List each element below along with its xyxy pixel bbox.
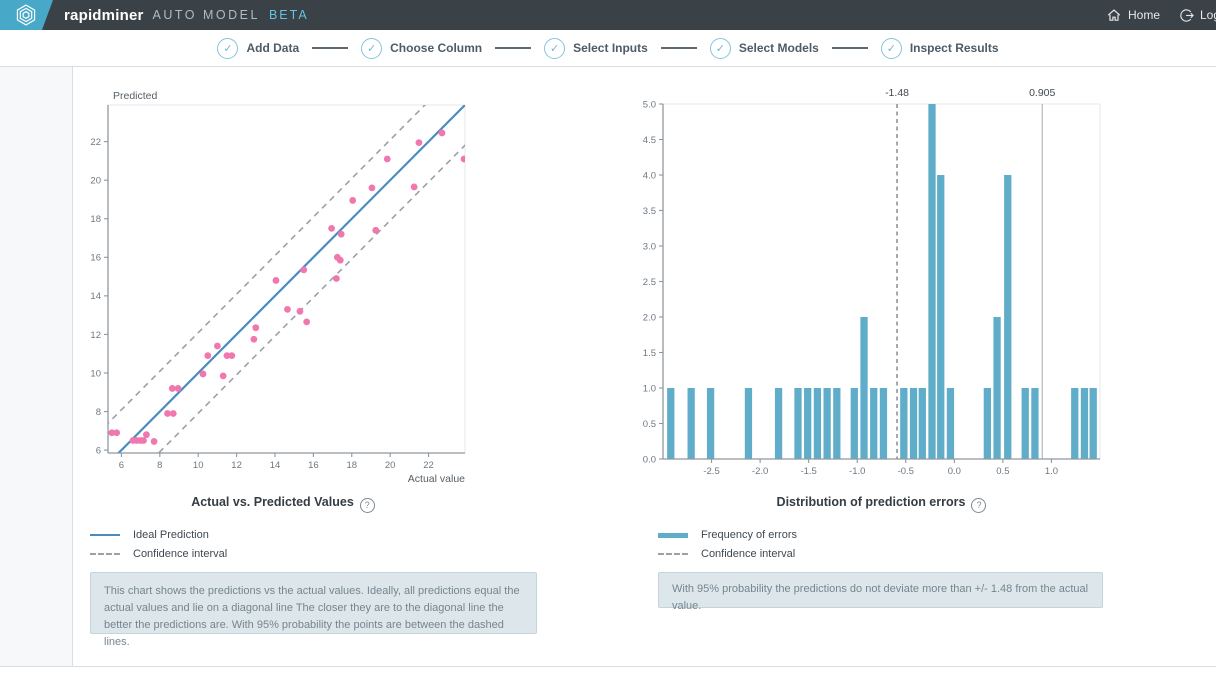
scatter-info-box: This chart shows the predictions vs the … [90, 572, 537, 634]
home-icon [1106, 7, 1122, 23]
legend-dashed-swatch [658, 553, 688, 555]
svg-text:2.5: 2.5 [643, 277, 656, 288]
svg-text:4.5: 4.5 [643, 135, 656, 146]
step-label: Inspect Results [910, 41, 999, 55]
scatter-legend: Ideal Prediction Confidence interval [90, 529, 227, 560]
svg-text:-1.5: -1.5 [800, 466, 816, 477]
legend-label: Ideal Prediction [133, 529, 209, 541]
svg-text:16: 16 [308, 460, 319, 471]
check-icon: ✓ [710, 38, 731, 59]
svg-text:0.5: 0.5 [996, 466, 1009, 477]
rapidminer-logo-icon [15, 4, 37, 26]
svg-text:18: 18 [346, 460, 357, 471]
svg-text:6: 6 [119, 460, 124, 471]
svg-text:Actual value: Actual value [408, 473, 465, 485]
svg-text:8: 8 [96, 407, 101, 418]
progress-stepper: ✓ Add Data ✓ Choose Column ✓ Select Inpu… [0, 30, 1216, 67]
svg-text:14: 14 [90, 291, 101, 302]
legend-item: Frequency of errors [658, 529, 797, 541]
svg-text:-2.5: -2.5 [703, 466, 719, 477]
svg-text:1.0: 1.0 [643, 383, 656, 394]
svg-text:14: 14 [270, 460, 281, 471]
svg-text:0.0: 0.0 [948, 466, 961, 477]
svg-text:0.0: 0.0 [643, 454, 656, 465]
rapidminer-logo [0, 0, 53, 30]
step-select-inputs[interactable]: ✓ Select Inputs [544, 38, 648, 59]
svg-text:12: 12 [90, 330, 101, 341]
legend-dashed-swatch [90, 553, 120, 555]
svg-text:12: 12 [231, 460, 242, 471]
legend-bar-swatch [658, 533, 688, 538]
svg-text:-1.48: -1.48 [885, 87, 909, 99]
svg-text:16: 16 [90, 253, 101, 264]
error-distribution-chart: -1.48 0.905 0.0 0.5 1.0 1.5 2.0 2.5 3.0 3.5 4.0 4.5… [640, 85, 1115, 490]
svg-text:20: 20 [90, 176, 101, 187]
svg-text:10: 10 [90, 368, 101, 379]
left-gutter [0, 67, 73, 666]
legend-label: Confidence interval [701, 548, 795, 560]
histogram-chart-title: Distribution of prediction errors? [660, 495, 1103, 513]
help-icon[interactable]: ? [360, 498, 375, 513]
check-icon: ✓ [544, 38, 565, 59]
histogram-info-box: With 95% probability the predictions do … [658, 572, 1103, 608]
logout-button[interactable]: Logout [1179, 0, 1216, 30]
svg-text:0.905: 0.905 [1029, 87, 1055, 99]
step-connector [832, 47, 868, 49]
product-name: AUTO MODEL [153, 8, 260, 22]
svg-text:10: 10 [193, 460, 204, 471]
svg-text:2.0: 2.0 [643, 312, 656, 323]
step-select-models[interactable]: ✓ Select Models [710, 38, 819, 59]
app-wordmark: rapidminer AUTO MODEL BETA [64, 0, 309, 30]
actual-vs-predicted-chart: 6 8 10 12 14 16 18 20 22 6 8 10 12 14 16 18 20 22 Predicte… [85, 85, 485, 490]
step-connector [495, 47, 531, 49]
logout-label: Logout [1200, 8, 1216, 22]
svg-text:22: 22 [423, 460, 434, 471]
auto-model-results-page: rapidminer AUTO MODEL BETA Home Logout ✓… [0, 0, 1216, 678]
step-add-data[interactable]: ✓ Add Data [217, 38, 299, 59]
legend-item: Confidence interval [90, 548, 227, 560]
svg-text:6: 6 [96, 445, 101, 456]
step-label: Select Inputs [573, 41, 648, 55]
check-icon: ✓ [217, 38, 238, 59]
svg-text:18: 18 [90, 214, 101, 225]
step-inspect-results[interactable]: ✓ Inspect Results [881, 38, 999, 59]
step-label: Choose Column [390, 41, 482, 55]
step-connector [661, 47, 697, 49]
step-label: Select Models [739, 41, 819, 55]
home-label: Home [1128, 8, 1160, 22]
svg-text:1.0: 1.0 [1045, 466, 1058, 477]
beta-badge: BETA [269, 8, 309, 22]
svg-text:-0.5: -0.5 [898, 466, 914, 477]
svg-text:1.5: 1.5 [643, 348, 656, 359]
help-icon[interactable]: ? [971, 498, 986, 513]
legend-item: Ideal Prediction [90, 529, 227, 541]
legend-label: Confidence interval [133, 548, 227, 560]
scatter-chart-title: Actual vs. Predicted Values? [85, 495, 481, 513]
svg-text:22: 22 [90, 137, 101, 148]
check-icon: ✓ [361, 38, 382, 59]
home-button[interactable]: Home [1106, 0, 1160, 30]
svg-text:-1.0: -1.0 [849, 466, 865, 477]
svg-text:8: 8 [157, 460, 162, 471]
check-icon: ✓ [881, 38, 902, 59]
svg-text:20: 20 [385, 460, 396, 471]
step-label: Add Data [246, 41, 299, 55]
histogram-legend: Frequency of errors Confidence interval [658, 529, 797, 560]
bottom-divider [0, 666, 1216, 667]
svg-text:4.0: 4.0 [643, 170, 656, 181]
svg-text:5.0: 5.0 [643, 99, 656, 110]
svg-text:0.5: 0.5 [643, 419, 656, 430]
legend-line-swatch [90, 534, 120, 536]
svg-text:3.5: 3.5 [643, 206, 656, 217]
svg-text:-2.0: -2.0 [752, 466, 768, 477]
legend-label: Frequency of errors [701, 529, 797, 541]
step-choose-column[interactable]: ✓ Choose Column [361, 38, 482, 59]
svg-text:3.0: 3.0 [643, 241, 656, 252]
svg-text:Predicted: Predicted [113, 90, 158, 102]
legend-item: Confidence interval [658, 548, 797, 560]
step-connector [312, 47, 348, 49]
logout-icon [1179, 8, 1194, 23]
brand-name: rapidminer [64, 7, 144, 24]
app-header: rapidminer AUTO MODEL BETA Home Logout [0, 0, 1216, 30]
